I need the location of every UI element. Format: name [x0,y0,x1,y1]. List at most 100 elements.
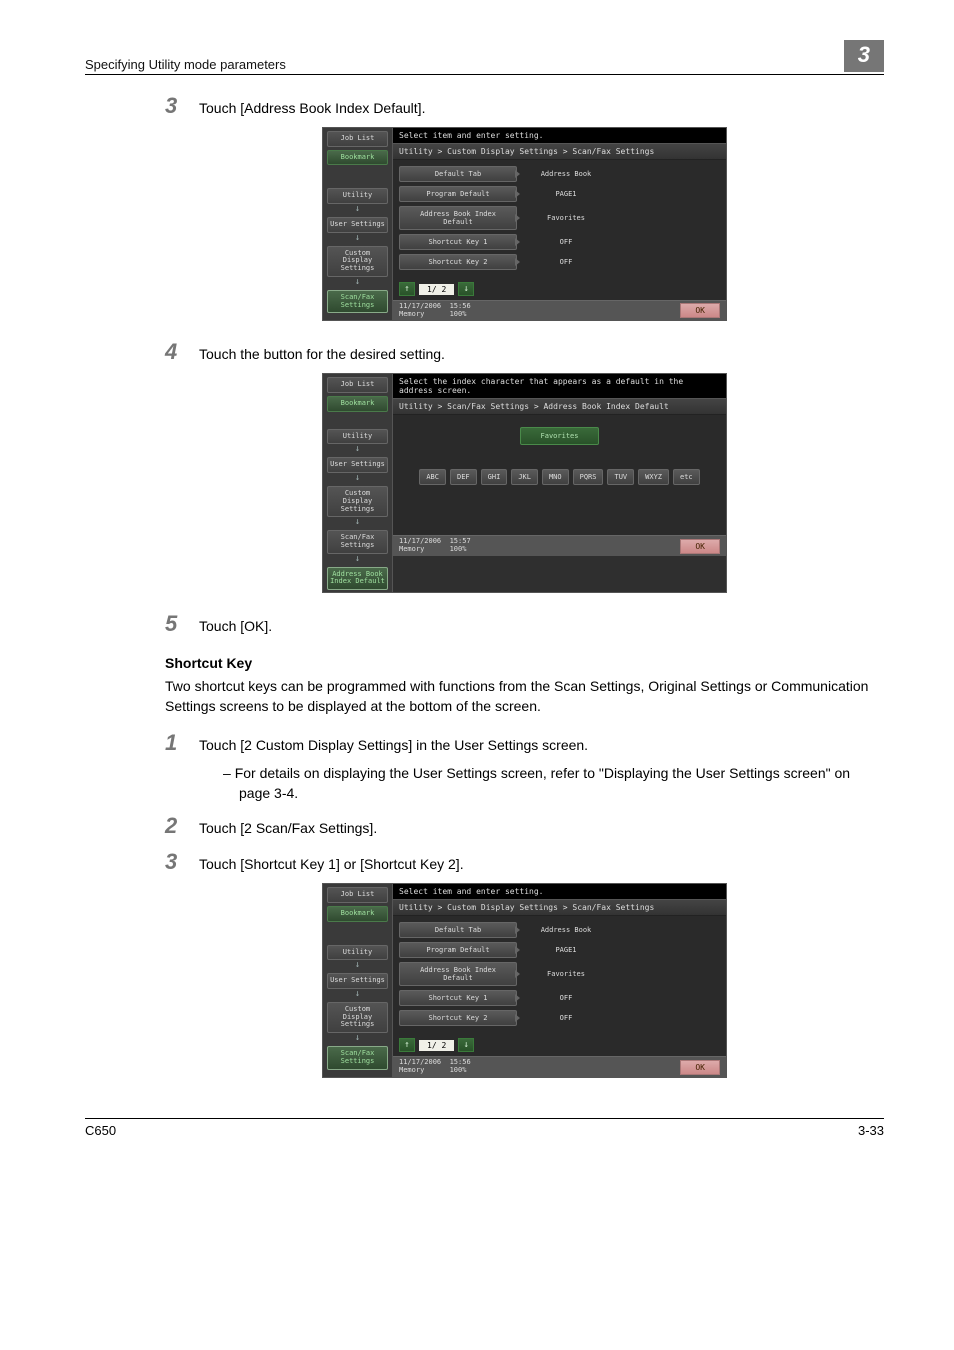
page-header: Specifying Utility mode parameters 3 [85,40,884,75]
sidebar: Job List Bookmark Utility ↓ User Setting… [323,128,393,320]
page-up-button[interactable]: ↑ [399,1038,415,1052]
page-down-button[interactable]: ↓ [458,1038,474,1052]
index-mno-button[interactable]: MNO [542,469,569,485]
footer-model: C650 [85,1123,116,1138]
index-def-button[interactable]: DEF [450,469,477,485]
sidebar-bookmark-button[interactable]: Bookmark [327,906,388,922]
default-tab-button[interactable]: Default Tab [399,166,517,182]
status-memory-pct: 100% [450,310,467,318]
breadcrumb: Utility > Custom Display Settings > Scan… [393,899,726,916]
ok-button[interactable]: OK [680,539,720,554]
step-2b: 2 Touch [2 Scan/Fax Settings]. [165,813,884,839]
step-3: 3 Touch [Address Book Index Default]. [165,93,884,119]
sidebar-user-settings-button[interactable]: User Settings [327,973,388,989]
down-arrow-icon: ↓ [323,473,392,483]
sidebar-bookmark-button[interactable]: Bookmark [327,396,388,412]
step-text: Touch [Address Book Index Default]. [199,99,425,119]
section-title: Specifying Utility mode parameters [85,57,286,72]
index-jkl-button[interactable]: JKL [511,469,538,485]
page-down-button[interactable]: ↓ [458,282,474,296]
down-arrow-icon: ↓ [323,960,392,970]
index-pqrs-button[interactable]: PQRS [573,469,604,485]
status-memory-label: Memory [399,545,424,553]
program-default-value: PAGE1 [521,943,611,957]
sidebar-user-settings-button[interactable]: User Settings [327,457,388,473]
ok-button[interactable]: OK [680,1060,720,1075]
instruction-bar: Select item and enter setting. [393,884,726,899]
program-default-button[interactable]: Program Default [399,186,517,202]
index-ghi-button[interactable]: GHI [481,469,508,485]
status-memory-pct: 100% [450,545,467,553]
shortcut-key-2-button[interactable]: Shortcut Key 2 [399,254,517,270]
page-indicator: 1/ 2 [419,1040,454,1051]
sidebar-bookmark-button[interactable]: Bookmark [327,150,388,166]
step-3b: 3 Touch [Shortcut Key 1] or [Shortcut Ke… [165,849,884,875]
index-abc-button[interactable]: ABC [419,469,446,485]
sidebar-address-book-index-default-button[interactable]: Address Book Index Default [327,567,388,590]
index-wxyz-button[interactable]: WXYZ [638,469,669,485]
default-tab-value: Address Book [521,167,611,181]
step-number: 3 [165,93,199,119]
address-book-index-default-button[interactable]: Address Book Index Default [399,206,517,230]
favorites-button[interactable]: Favorites [520,427,600,445]
down-arrow-icon: ↓ [323,204,392,214]
step-number: 4 [165,339,199,365]
shortcut-key-1-button[interactable]: Shortcut Key 1 [399,234,517,250]
down-arrow-icon: ↓ [323,517,392,527]
sidebar-custom-display-button[interactable]: Custom Display Settings [327,486,388,517]
page-indicator: 1/ 2 [419,284,454,295]
step-text: Touch the button for the desired setting… [199,345,445,365]
down-arrow-icon: ↓ [323,233,392,243]
sidebar-scan-fax-button[interactable]: Scan/Fax Settings [327,530,388,553]
sidebar-scan-fax-button[interactable]: Scan/Fax Settings [327,290,388,313]
sidebar-utility-button[interactable]: Utility [327,429,388,445]
device-screenshot-scanfax-1: Job List Bookmark Utility ↓ User Setting… [322,127,727,321]
step-1b-detail: For details on displaying the User Setti… [223,764,884,803]
step-4: 4 Touch the button for the desired setti… [165,339,884,365]
step-number: 5 [165,611,199,637]
step-1b: 1 Touch [2 Custom Display Settings] in t… [165,730,884,756]
sidebar-custom-display-button[interactable]: Custom Display Settings [327,246,388,277]
step-number: 3 [165,849,199,875]
footer-page-number: 3-33 [858,1123,884,1138]
sidebar-job-list-button[interactable]: Job List [327,377,388,393]
page-up-button[interactable]: ↑ [399,282,415,296]
sidebar-custom-display-button[interactable]: Custom Display Settings [327,1002,388,1033]
settings-list: Default Tab Address Book Program Default P… [393,160,726,278]
sidebar-scan-fax-button[interactable]: Scan/Fax Settings [327,1046,388,1069]
shortcut-key-2-button[interactable]: Shortcut Key 2 [399,1010,517,1026]
default-tab-button[interactable]: Default Tab [399,922,517,938]
status-memory-pct: 100% [450,1066,467,1074]
down-arrow-icon: ↓ [323,554,392,564]
down-arrow-icon: ↓ [323,1033,392,1043]
step-number: 1 [165,730,199,756]
sidebar: Job List Bookmark Utility ↓ User Setting… [323,884,393,1076]
program-default-button[interactable]: Program Default [399,942,517,958]
program-default-value: PAGE1 [521,187,611,201]
sidebar: Job List Bookmark Utility ↓ User Setting… [323,374,393,592]
step-text: Touch [2 Scan/Fax Settings]. [199,819,377,839]
sidebar-utility-button[interactable]: Utility [327,188,388,204]
sidebar-job-list-button[interactable]: Job List [327,887,388,903]
sidebar-job-list-button[interactable]: Job List [327,131,388,147]
sidebar-utility-button[interactable]: Utility [327,945,388,961]
breadcrumb: Utility > Scan/Fax Settings > Address Bo… [393,398,726,415]
sidebar-user-settings-button[interactable]: User Settings [327,217,388,233]
index-etc-button[interactable]: etc [673,469,700,485]
instruction-bar: Select item and enter setting. [393,128,726,143]
addr-index-value: Favorites [521,967,611,981]
device-screenshot-index-default: Job List Bookmark Utility ↓ User Setting… [322,373,727,593]
step-text: Touch [OK]. [199,617,272,637]
step-number: 2 [165,813,199,839]
ok-button[interactable]: OK [680,303,720,318]
shortcut-key-2-value: OFF [521,255,611,269]
default-tab-value: Address Book [521,923,611,937]
shortcut-key-paragraph: Two shortcut keys can be programmed with… [165,677,884,716]
down-arrow-icon: ↓ [323,989,392,999]
address-book-index-default-button[interactable]: Address Book Index Default [399,962,517,986]
device-screenshot-scanfax-2: Job List Bookmark Utility ↓ User Setting… [322,883,727,1077]
chapter-number-badge: 3 [844,40,884,72]
shortcut-key-1-value: OFF [521,235,611,249]
index-tuv-button[interactable]: TUV [607,469,634,485]
shortcut-key-1-button[interactable]: Shortcut Key 1 [399,990,517,1006]
